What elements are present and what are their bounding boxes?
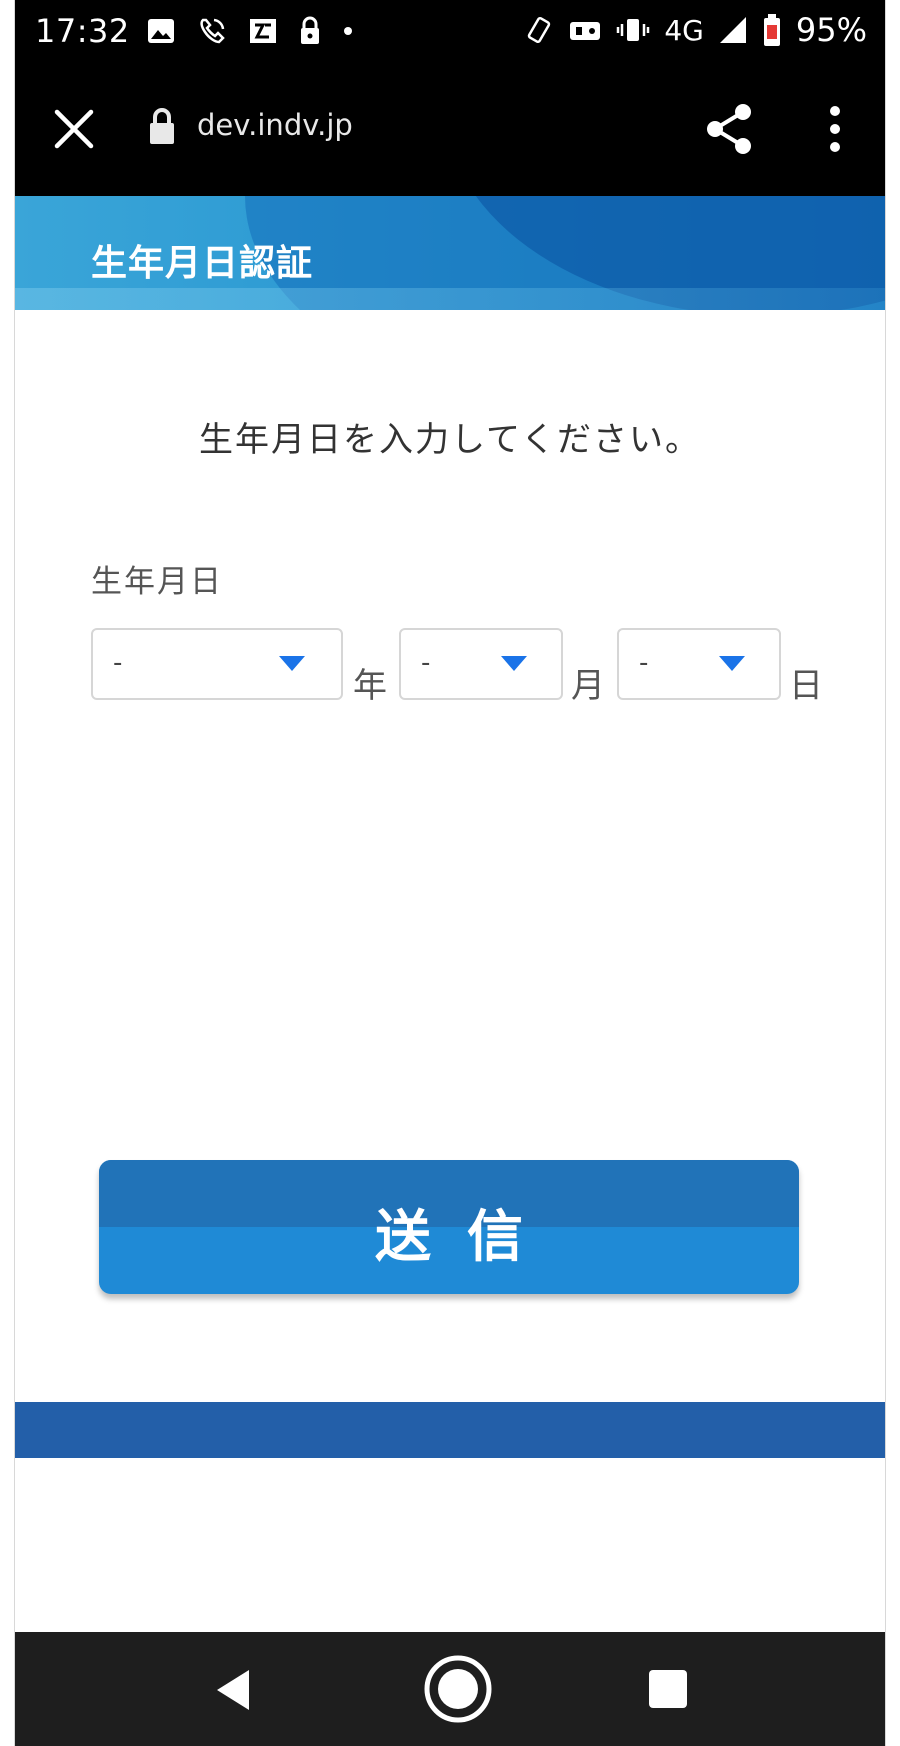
- status-icons-right: 4G 95%: [524, 11, 867, 49]
- call-icon: [197, 16, 227, 46]
- month-unit: 月: [571, 666, 605, 706]
- chevron-down-icon: [501, 656, 527, 671]
- submit-button[interactable]: 送信: [99, 1160, 799, 1294]
- phone-screen: 17:32 4G 95% dev.indv.jp 生年月日認証 生年月日を入力し…: [14, 0, 886, 1746]
- signal-icon: [718, 15, 748, 45]
- instruction-text: 生年月日を入力してください。: [199, 420, 701, 460]
- dob-label: 生年月日: [91, 564, 223, 600]
- browser-toolbar: dev.indv.jp: [15, 62, 885, 196]
- year-select[interactable]: -: [91, 628, 343, 700]
- footer-band: [15, 1402, 885, 1458]
- page-title: 生年月日認証: [91, 243, 314, 284]
- chevron-down-icon: [279, 656, 305, 671]
- battery-icon: [762, 13, 782, 47]
- game-icon: [568, 16, 602, 44]
- battery-level: 95%: [795, 11, 867, 49]
- system-nav-bar: [15, 1632, 885, 1746]
- url-text[interactable]: dev.indv.jp: [197, 108, 353, 142]
- screen-frame: 17:32 4G 95% dev.indv.jp 生年月日認証 生年月日を入力し…: [0, 0, 900, 1746]
- dot-icon: [343, 26, 353, 36]
- vibrate-icon: [616, 16, 650, 44]
- page-header: 生年月日認証: [15, 196, 885, 310]
- day-select-value: -: [639, 648, 649, 678]
- rotate-icon: [524, 15, 554, 45]
- chevron-down-icon: [719, 656, 745, 671]
- close-icon[interactable]: [49, 104, 99, 154]
- network-type: 4G: [664, 13, 704, 47]
- image-icon: [147, 18, 175, 44]
- year-unit: 年: [353, 666, 387, 706]
- lock-icon: [299, 16, 321, 46]
- share-icon[interactable]: [703, 102, 755, 156]
- recents-icon[interactable]: [649, 1670, 687, 1708]
- back-icon[interactable]: [213, 1668, 253, 1716]
- month-select-value: -: [421, 648, 431, 678]
- more-vert-icon[interactable]: [825, 104, 845, 154]
- home-icon[interactable]: [423, 1654, 493, 1724]
- header-decoration: [15, 288, 885, 310]
- status-bar: 17:32 4G 95%: [15, 0, 885, 62]
- day-select[interactable]: -: [617, 628, 781, 700]
- status-time: 17:32: [35, 12, 130, 50]
- status-icons-left: [147, 14, 353, 48]
- lock-icon: [147, 106, 177, 146]
- month-select[interactable]: -: [399, 628, 563, 700]
- year-select-value: -: [113, 648, 123, 678]
- news-icon: [249, 17, 277, 45]
- day-unit: 日: [789, 666, 823, 706]
- submit-label: 送信: [375, 1205, 559, 1270]
